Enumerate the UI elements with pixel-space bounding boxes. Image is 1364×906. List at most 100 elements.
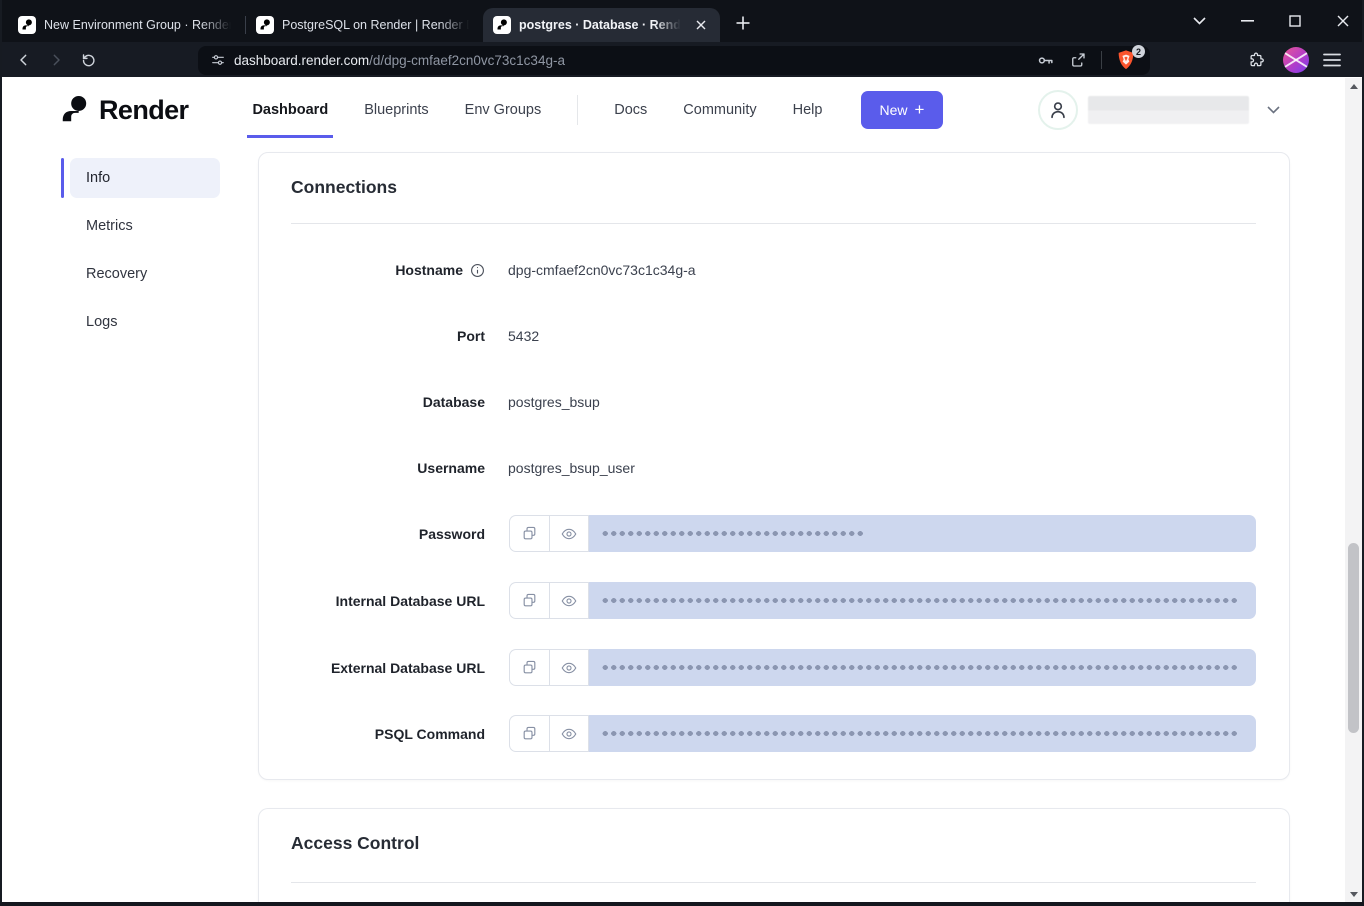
reveal-eye-button[interactable] xyxy=(549,515,589,552)
access-control-card: Access Control xyxy=(258,808,1290,906)
tab-title: postgres · Database · Render Da xyxy=(519,18,684,32)
nav-divider xyxy=(577,95,578,125)
active-accent-bar xyxy=(61,158,64,198)
copy-button[interactable] xyxy=(509,582,549,619)
window-controls xyxy=(1184,6,1358,36)
external-db-url-row: External Database URL xyxy=(259,649,1256,686)
info-icon[interactable] xyxy=(470,263,485,278)
password-key-icon[interactable] xyxy=(1036,51,1055,70)
psql-command-label: PSQL Command xyxy=(375,726,485,742)
forward-button[interactable] xyxy=(42,46,70,74)
nav-env-groups[interactable]: Env Groups xyxy=(465,102,542,118)
reload-button[interactable] xyxy=(74,46,102,74)
browser-tab-active[interactable]: postgres · Database · Render Da xyxy=(483,8,720,42)
main-navigation: Dashboard Blueprints Env Groups Docs Com… xyxy=(252,95,822,125)
render-logo-icon xyxy=(59,95,89,125)
maximize-button[interactable] xyxy=(1280,6,1310,36)
browser-tab-bar: New Environment Group · Render Das Postg… xyxy=(0,0,1364,42)
page-scrollbar[interactable] xyxy=(1345,78,1362,902)
nav-help[interactable]: Help xyxy=(793,102,823,118)
copy-button[interactable] xyxy=(509,515,549,552)
share-icon[interactable] xyxy=(1069,51,1087,69)
browser-toolbar: dashboard.render.com/d/dpg-cmfaef2cn0vc7… xyxy=(0,42,1364,78)
scrollbar-up-arrow[interactable] xyxy=(1345,78,1362,94)
reveal-eye-button[interactable] xyxy=(549,715,589,752)
window-edge-bottom xyxy=(0,902,1364,906)
tab-title: New Environment Group · Render Das xyxy=(44,18,235,32)
nav-docs[interactable]: Docs xyxy=(614,102,647,118)
internal-db-url-masked-value xyxy=(589,582,1256,619)
sidebar-item-label: Recovery xyxy=(86,266,147,282)
sidebar-item-metrics[interactable]: Metrics xyxy=(70,206,220,246)
shield-badge-count: 2 xyxy=(1132,45,1145,58)
port-label: Port xyxy=(457,328,485,344)
sidebar-item-label: Info xyxy=(86,170,110,186)
username-row: Username postgres_bsup_user xyxy=(259,458,1256,478)
access-control-title: Access Control xyxy=(291,833,419,854)
toolbar-divider xyxy=(1101,51,1102,69)
copy-button[interactable] xyxy=(509,649,549,686)
scrollbar-down-arrow[interactable] xyxy=(1345,886,1362,902)
close-window-button[interactable] xyxy=(1328,6,1358,36)
url-path: /d/dpg-cmfaef2cn0vc73c1c34g-a xyxy=(369,53,565,68)
browser-menu-icon[interactable] xyxy=(1318,46,1346,74)
external-db-url-label: External Database URL xyxy=(331,660,485,676)
url-host: dashboard.render.com xyxy=(234,53,369,68)
nav-community[interactable]: Community xyxy=(683,102,756,118)
nav-blueprints[interactable]: Blueprints xyxy=(364,102,428,118)
username-value: postgres_bsup_user xyxy=(508,460,635,476)
back-button[interactable] xyxy=(10,46,38,74)
site-settings-icon[interactable] xyxy=(210,52,226,68)
copy-button[interactable] xyxy=(509,715,549,752)
render-favicon-icon xyxy=(18,16,36,34)
sidebar-item-info[interactable]: Info xyxy=(70,158,220,198)
browser-profile-avatar[interactable] xyxy=(1283,47,1309,73)
browser-window: New Environment Group · Render Das Postg… xyxy=(0,0,1364,906)
reveal-eye-button[interactable] xyxy=(549,582,589,619)
render-favicon-icon xyxy=(256,16,274,34)
database-value: postgres_bsup xyxy=(508,394,600,410)
database-row: Database postgres_bsup xyxy=(259,392,1256,412)
account-menu[interactable] xyxy=(1038,90,1280,130)
new-tab-button[interactable] xyxy=(728,8,758,38)
address-bar[interactable]: dashboard.render.com/d/dpg-cmfaef2cn0vc7… xyxy=(198,46,1150,75)
psql-command-row: PSQL Command xyxy=(259,715,1256,752)
reveal-eye-button[interactable] xyxy=(549,649,589,686)
user-avatar-icon xyxy=(1038,90,1078,130)
new-button-label: New xyxy=(880,102,908,118)
extensions-icon[interactable] xyxy=(1242,46,1270,74)
sidebar-item-recovery[interactable]: Recovery xyxy=(70,254,220,294)
connections-card: Connections Hostname dpg-cmfaef2cn0vc73c… xyxy=(258,152,1290,780)
username-label: Username xyxy=(417,460,485,476)
render-header: Render Dashboard Blueprints Env Groups D… xyxy=(2,77,1362,143)
section-divider xyxy=(291,882,1256,883)
connections-title: Connections xyxy=(291,177,397,198)
minimize-button[interactable] xyxy=(1232,6,1262,36)
tab-search-icon[interactable] xyxy=(1184,6,1214,36)
nav-dashboard[interactable]: Dashboard xyxy=(252,102,328,118)
section-divider xyxy=(291,223,1256,224)
brand-name: Render xyxy=(99,95,188,126)
sidebar-item-logs[interactable]: Logs xyxy=(70,302,220,342)
tab-close-icon[interactable] xyxy=(692,16,710,34)
psql-command-masked-value xyxy=(589,715,1256,752)
hostname-value: dpg-cmfaef2cn0vc73c1c34g-a xyxy=(508,262,696,278)
password-masked-value xyxy=(589,515,1256,552)
tab-title: PostgreSQL on Render | Render Docs xyxy=(282,18,473,32)
sidebar-item-label: Logs xyxy=(86,314,117,330)
internal-db-url-row: Internal Database URL xyxy=(259,582,1256,619)
password-label: Password xyxy=(419,526,485,542)
account-name-redacted xyxy=(1088,96,1249,124)
chevron-down-icon xyxy=(1267,106,1280,114)
scrollbar-thumb[interactable] xyxy=(1348,543,1359,733)
service-sidebar: Info Metrics Recovery Logs xyxy=(2,143,242,902)
window-edge-left xyxy=(0,0,2,906)
new-button[interactable]: New + xyxy=(861,91,943,129)
render-logo[interactable]: Render xyxy=(59,95,188,126)
browser-tab-1[interactable]: New Environment Group · Render Das xyxy=(8,8,245,42)
toolbar-right-group xyxy=(1242,46,1354,74)
browser-tab-2[interactable]: PostgreSQL on Render | Render Docs xyxy=(246,8,483,42)
brave-shield-icon[interactable]: 2 xyxy=(1116,49,1138,71)
password-row: Password xyxy=(259,515,1256,552)
plus-icon: + xyxy=(915,100,925,120)
